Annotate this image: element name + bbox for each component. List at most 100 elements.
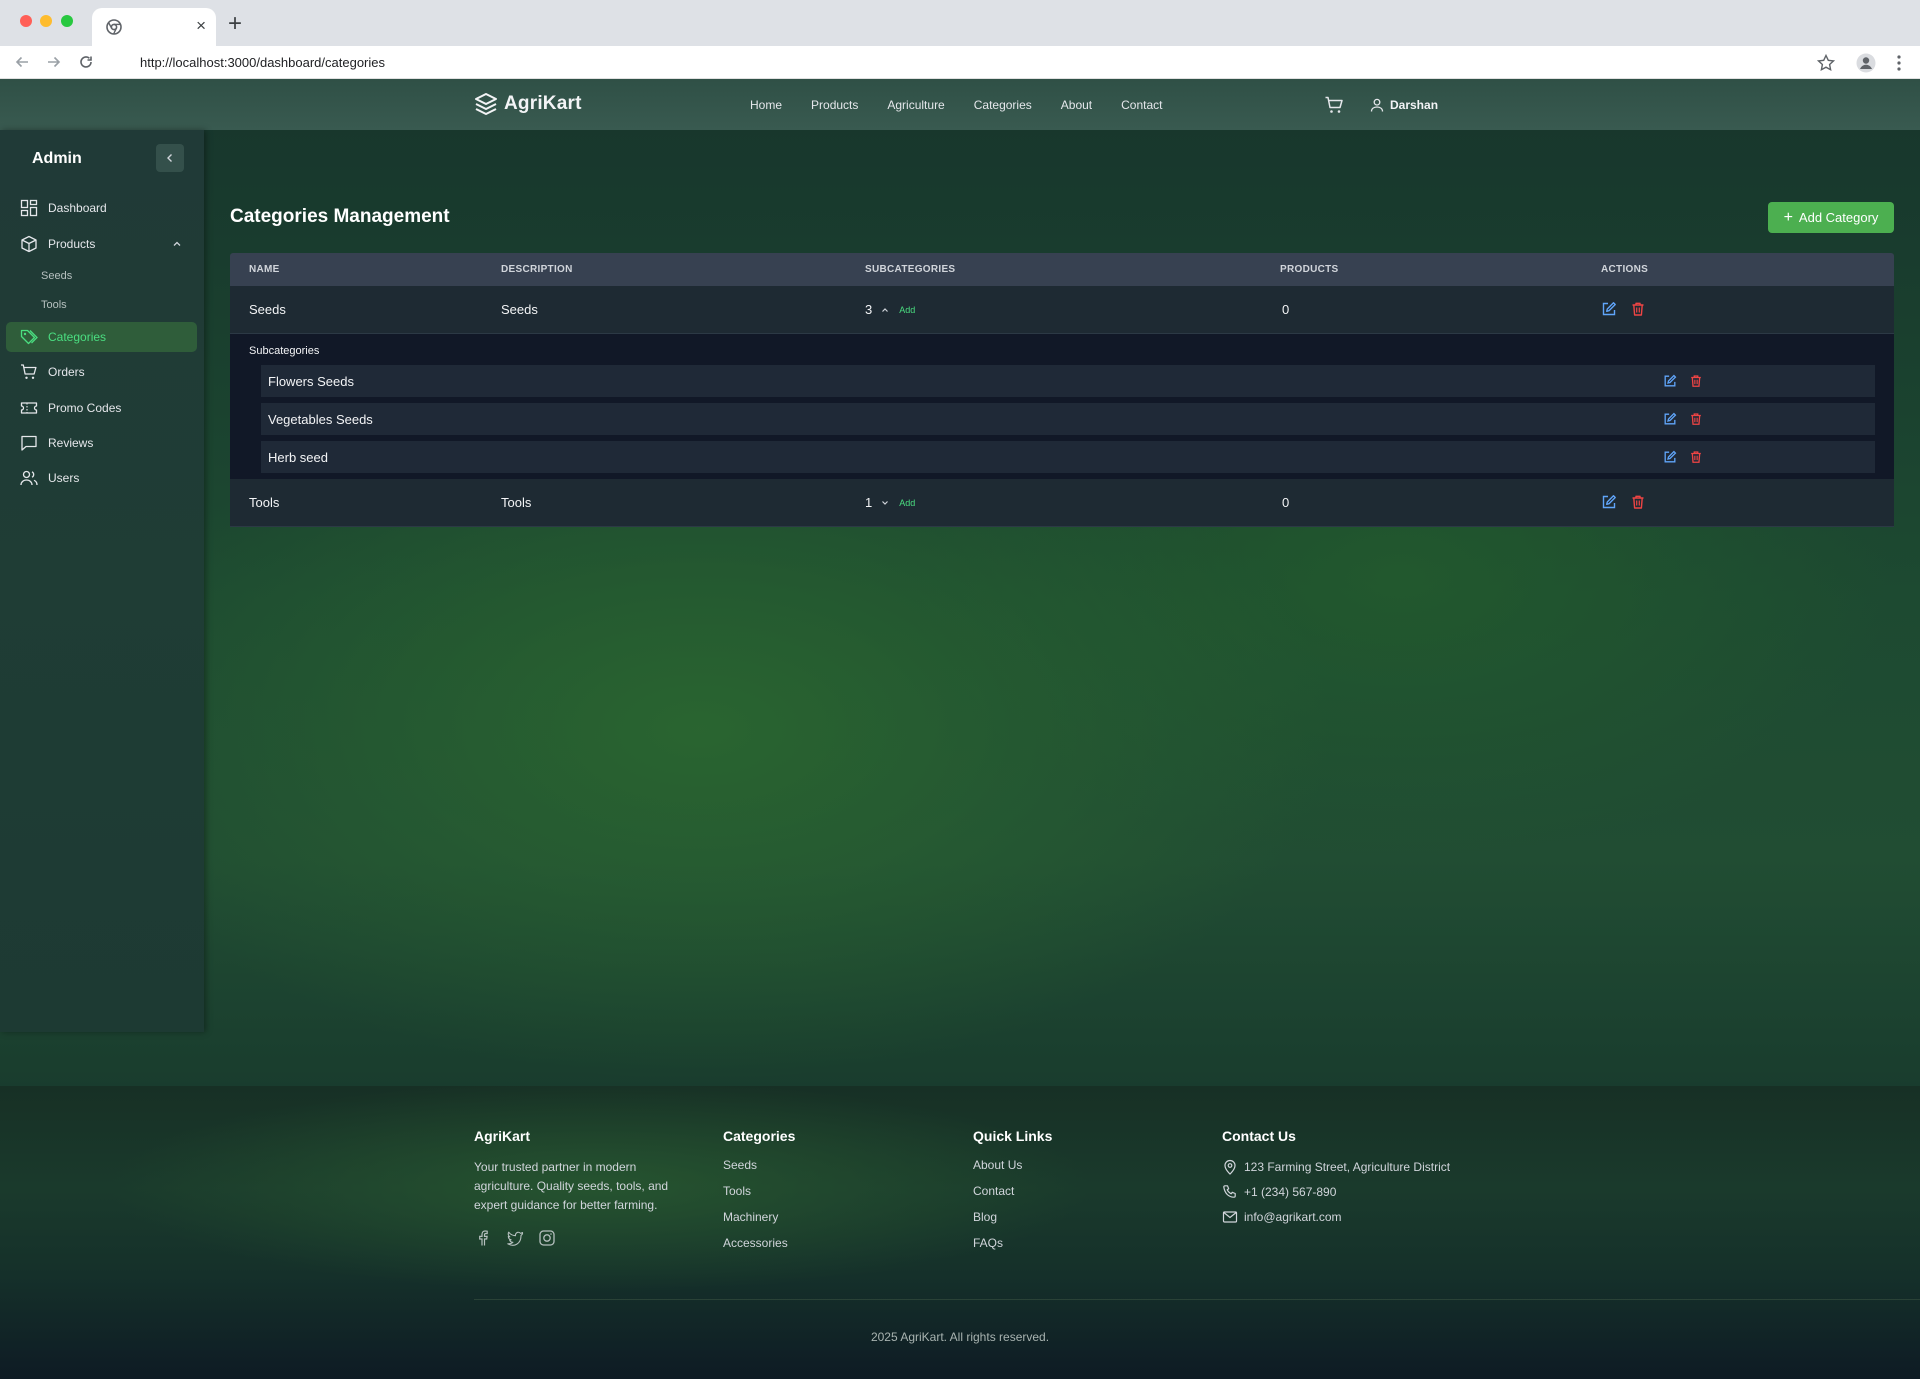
sidebar-item-reviews[interactable]: Reviews [6,428,197,458]
facebook-icon[interactable] [474,1229,492,1247]
subcategory-item: Vegetables Seeds [261,403,1875,435]
top-navbar: AgriKart Home Products Agriculture Categ… [0,79,1920,130]
add-subcategory-link[interactable]: Add [899,305,915,315]
footer-contact-heading: Contact Us [1222,1128,1296,1144]
bookmark-star-icon[interactable] [1815,52,1837,74]
footer-quick-links: Quick Links About Us Contact Blog FAQs [973,1128,1052,1262]
category-name: Seeds [249,302,286,317]
column-header-products: PRODUCTS [1280,264,1339,275]
nav-categories[interactable]: Categories [974,98,1032,112]
minimize-window-button[interactable] [40,15,52,27]
table-row: Tools Tools 1 Add 0 [230,479,1894,527]
footer-link-about[interactable]: About Us [973,1158,1052,1184]
footer-contact: Contact Us 123 Farming Street, Agricultu… [1222,1128,1452,1233]
column-header-description: DESCRIPTION [501,264,573,275]
subcategory-cell: 1 Add [865,495,915,510]
footer-link-accessories[interactable]: Accessories [723,1236,795,1262]
browser-tab[interactable]: × [92,8,216,46]
sidebar-subitem-seeds[interactable]: Seeds [41,270,72,282]
nav-agriculture[interactable]: Agriculture [887,98,944,112]
subcategory-count: 3 [865,302,873,317]
sidebar-subitem-tools[interactable]: Tools [41,299,67,311]
subcategory-name: Herb seed [268,450,328,465]
subcategories-heading: Subcategories [249,345,320,357]
user-menu[interactable]: Darshan [1370,79,1438,130]
reload-icon[interactable] [76,52,96,72]
message-icon [21,435,37,451]
maximize-window-button[interactable] [61,15,73,27]
browser-menu-icon[interactable] [1888,52,1910,74]
contact-email-text[interactable]: info@agrikart.com [1244,1208,1342,1227]
contact-phone-text[interactable]: +1 (234) 567-890 [1244,1183,1336,1202]
instagram-icon[interactable] [538,1229,556,1247]
trash-icon[interactable] [1689,374,1703,388]
brand-logo[interactable]: AgriKart [474,91,582,117]
sidebar-item-promo-codes[interactable]: Promo Codes [6,393,197,423]
tags-icon [20,329,38,345]
copyright-text: 2025 AgriKart. All rights reserved. [870,1330,1050,1344]
footer-link-seeds[interactable]: Seeds [723,1158,795,1184]
nav-products[interactable]: Products [811,98,858,112]
users-icon [20,470,38,486]
nav-about[interactable]: About [1061,98,1092,112]
sidebar-item-products[interactable]: Products [6,229,197,259]
sidebar-item-users[interactable]: Users [6,463,197,493]
user-icon [1370,98,1384,112]
chevron-up-icon [173,241,181,246]
footer-link-contact[interactable]: Contact [973,1184,1052,1210]
close-window-button[interactable] [20,15,32,27]
edit-icon[interactable] [1663,412,1677,426]
add-category-button[interactable]: + Add Category [1768,202,1894,233]
edit-icon[interactable] [1663,450,1677,464]
sidebar-item-dashboard[interactable]: Dashboard [6,193,197,223]
trash-icon[interactable] [1630,494,1646,510]
sidebar-item-categories[interactable]: Categories [6,322,197,352]
add-subcategory-link[interactable]: Add [899,498,915,508]
footer-link-machinery[interactable]: Machinery [723,1210,795,1236]
brand-name: AgriKart [504,93,582,114]
subcategory-item: Flowers Seeds [261,365,1875,397]
contact-email: info@agrikart.com [1222,1208,1452,1227]
contact-phone: +1 (234) 567-890 [1222,1183,1452,1202]
page-background: AgriKart Home Products Agriculture Categ… [0,79,1920,1379]
footer-categories-heading: Categories [723,1128,796,1144]
address-bar[interactable]: http://localhost:3000/dashboard/categori… [110,50,1770,75]
footer-link-faqs[interactable]: FAQs [973,1236,1052,1262]
close-tab-icon[interactable]: × [196,16,206,36]
sidebar-item-label: Products [48,237,96,251]
contact-address-text: 123 Farming Street, Agriculture District [1244,1160,1451,1174]
subcategory-count: 1 [865,495,873,510]
trash-icon[interactable] [1630,301,1646,317]
nav-contact[interactable]: Contact [1121,98,1162,112]
trash-icon[interactable] [1689,450,1703,464]
table-row: Seeds Seeds 3 Add 0 [230,286,1894,334]
contact-address: 123 Farming Street, Agriculture District [1222,1158,1452,1177]
sidebar-collapse-button[interactable] [156,144,184,172]
chevron-up-icon[interactable] [880,305,890,315]
category-name: Tools [249,495,280,510]
column-header-name: NAME [249,264,280,275]
profile-avatar-icon[interactable] [1855,52,1877,74]
chevron-down-icon[interactable] [880,498,890,508]
trash-icon[interactable] [1689,412,1703,426]
cart-icon[interactable] [1324,95,1344,115]
forward-arrow-icon[interactable] [44,52,64,72]
back-arrow-icon[interactable] [12,52,32,72]
admin-sidebar: Admin Dashboard Products Seeds Tools Cat… [0,130,204,1032]
new-tab-button[interactable]: + [228,12,242,36]
subcategory-name: Vegetables Seeds [268,412,373,427]
edit-icon[interactable] [1601,301,1617,317]
sidebar-item-orders[interactable]: Orders [6,357,197,387]
footer-brand: AgriKart [474,1128,531,1144]
edit-icon[interactable] [1663,374,1677,388]
twitter-icon[interactable] [506,1229,524,1247]
footer-link-blog[interactable]: Blog [973,1210,1052,1236]
footer-link-tools[interactable]: Tools [723,1184,795,1210]
category-description: Seeds [501,302,538,317]
nav-home[interactable]: Home [750,98,782,112]
sidebar-item-label: Dashboard [48,201,107,215]
subcategory-name: Flowers Seeds [268,374,354,389]
footer-quick-heading: Quick Links [973,1128,1053,1144]
edit-icon[interactable] [1601,494,1617,510]
user-name: Darshan [1390,97,1439,112]
